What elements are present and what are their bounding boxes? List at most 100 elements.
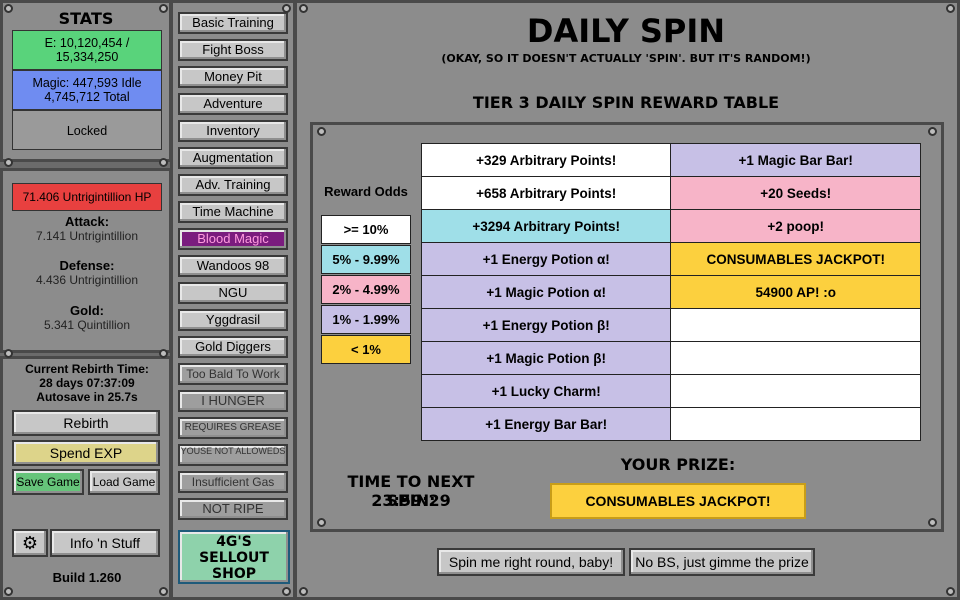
nav-gold-diggers[interactable]: Gold Diggers [178,336,288,358]
nav-youse-not-alloweds[interactable]: YOUSE NOT ALLOWEDS [178,444,288,466]
info-button[interactable]: Info 'n Stuff [50,529,160,557]
reward-row: +658 Arbitrary Points! +20 Seeds! [420,176,921,210]
reward-cell: +1 Magic Bar Bar! [670,143,921,177]
nav-requires-grease[interactable]: REQUIRES GREASE [178,417,288,439]
nav-fight-boss[interactable]: Fight Boss [178,39,288,61]
reward-cell [670,407,921,441]
rivet [4,349,13,358]
reward-cell: +1 Energy Potion β! [420,308,672,342]
stats-title: STATS [58,9,114,28]
gold-value: 5.341 Quintillion [43,318,131,332]
settings-button[interactable]: ⚙ [12,529,48,557]
nav-insufficient-gas[interactable]: Insufficient Gas [178,471,288,493]
spend-exp-button[interactable]: Spend EXP [12,440,160,466]
attack-value: 7.141 Untrigintillion [35,229,139,243]
reward-row: +1 Energy Potion α! CONSUMABLES JACKPOT! [420,242,921,276]
reward-cell: +1 Energy Potion α! [420,242,672,276]
game-window: STATS E: 10,120,454 /15,334,250 Magic: 4… [0,0,960,600]
rivet [159,349,168,358]
reward-cell: +3294 Arbitrary Points! [420,209,672,243]
sellout-shop-button[interactable]: 4G'S SELLOUT SHOP [178,530,290,584]
nav-augmentation[interactable]: Augmentation [178,147,288,169]
reward-cell: +1 Magic Potion β! [420,341,672,375]
gold-label: Gold: [70,303,104,318]
rivet [4,4,13,13]
rivet [4,587,13,596]
reward-cell: +1 Energy Bar Bar! [420,407,672,441]
reward-cell: +1 Lucky Charm! [420,374,672,408]
reward-table: +329 Arbitrary Points! +1 Magic Bar Bar! +… [420,143,921,441]
locked-bar: Locked [12,110,162,150]
rivet [946,587,955,596]
reward-row: +1 Magic Potion β! [420,341,921,375]
build-version: Build 1.260 [52,570,122,585]
odds-tier-2: 5% - 9.99% [321,245,411,274]
rivet [282,587,291,596]
reward-cell: +20 Seeds! [670,176,921,210]
nav-basic-training[interactable]: Basic Training [178,12,288,34]
reward-row: +1 Magic Potion α! 54900 AP! :o [420,275,921,309]
odds-tier-4: 1% - 1.99% [321,305,411,334]
rebirth-time-value: 28 days 07:37:09 [39,376,135,390]
rivet [928,518,937,527]
spin-button[interactable]: Spin me right round, baby! [437,548,625,576]
reward-cell: +2 poop! [670,209,921,243]
reward-row: +1 Energy Potion β! [420,308,921,342]
reward-cell: 54900 AP! :o [670,275,921,309]
rebirth-button[interactable]: Rebirth [12,410,160,436]
rivet [159,587,168,596]
rivet [317,127,326,136]
reward-cell [670,374,921,408]
hp-bar: 71.406 Untrigintillion HP [12,183,162,211]
gimme-prize-button[interactable]: No BS, just gimme the prize [629,548,815,576]
nav-wandoos[interactable]: Wandoos 98 [178,255,288,277]
rivet [159,4,168,13]
next-spin-timer: 23:59:29 [371,491,451,510]
reward-row: +1 Lucky Charm! [420,374,921,408]
reward-cell: CONSUMABLES JACKPOT! [670,242,921,276]
page-subtitle: (OKAY, SO IT DOESN'T ACTUALLY 'SPIN'. BU… [441,52,811,65]
nav-adventure[interactable]: Adventure [178,93,288,115]
nav-adv-training[interactable]: Adv. Training [178,174,288,196]
nav-ngu[interactable]: NGU [178,282,288,304]
rivet [159,158,168,167]
rivet [282,4,291,13]
reward-cell [670,341,921,375]
reward-table-title: TIER 3 DAILY SPIN REWARD TABLE [472,93,780,112]
defense-value: 4.436 Untrigintillion [35,273,139,287]
reward-cell: +1 Magic Potion α! [420,275,672,309]
energy-bar: E: 10,120,454 /15,334,250 [12,30,162,70]
nav-time-machine[interactable]: Time Machine [178,201,288,223]
reward-cell: +329 Arbitrary Points! [420,143,672,177]
reward-cell: +658 Arbitrary Points! [420,176,672,210]
page-title: DAILY SPIN [526,12,726,50]
nav-money-pit[interactable]: Money Pit [178,66,288,88]
nav-blood-magic[interactable]: Blood Magic [178,228,288,250]
prize-label: YOUR PRIZE: [620,455,736,474]
odds-tier-1: >= 10% [321,215,411,244]
nav-too-bald[interactable]: Too Bald To Work [178,363,288,385]
autosave-timer: Autosave in 25.7s [36,390,138,404]
shop-label: 4G'S SELLOUT SHOP [199,534,269,582]
nav-yggdrasil[interactable]: Yggdrasil [178,309,288,331]
rivet [317,518,326,527]
nav-not-ripe[interactable]: NOT RIPE [178,498,288,520]
magic-bar: Magic: 447,593 Idle 4,745,712 Total [12,70,162,110]
rivet [299,4,308,13]
save-game-button[interactable]: Save Game [12,469,84,495]
rivet [4,158,13,167]
reward-cell [670,308,921,342]
rebirth-time-label: Current Rebirth Time: [25,362,149,376]
rivet [299,587,308,596]
reward-odds-title: Reward Odds [324,184,408,199]
nav-inventory[interactable]: Inventory [178,120,288,142]
reward-row: +1 Energy Bar Bar! [420,407,921,441]
odds-tier-3: 2% - 4.99% [321,275,411,304]
load-game-button[interactable]: Load Game [88,469,160,495]
rivet [946,4,955,13]
reward-row: +3294 Arbitrary Points! +2 poop! [420,209,921,243]
attack-label: Attack: [64,214,110,229]
prize-value: CONSUMABLES JACKPOT! [550,483,806,519]
nav-i-hunger[interactable]: I HUNGER [178,390,288,412]
odds-tier-5: < 1% [321,335,411,364]
